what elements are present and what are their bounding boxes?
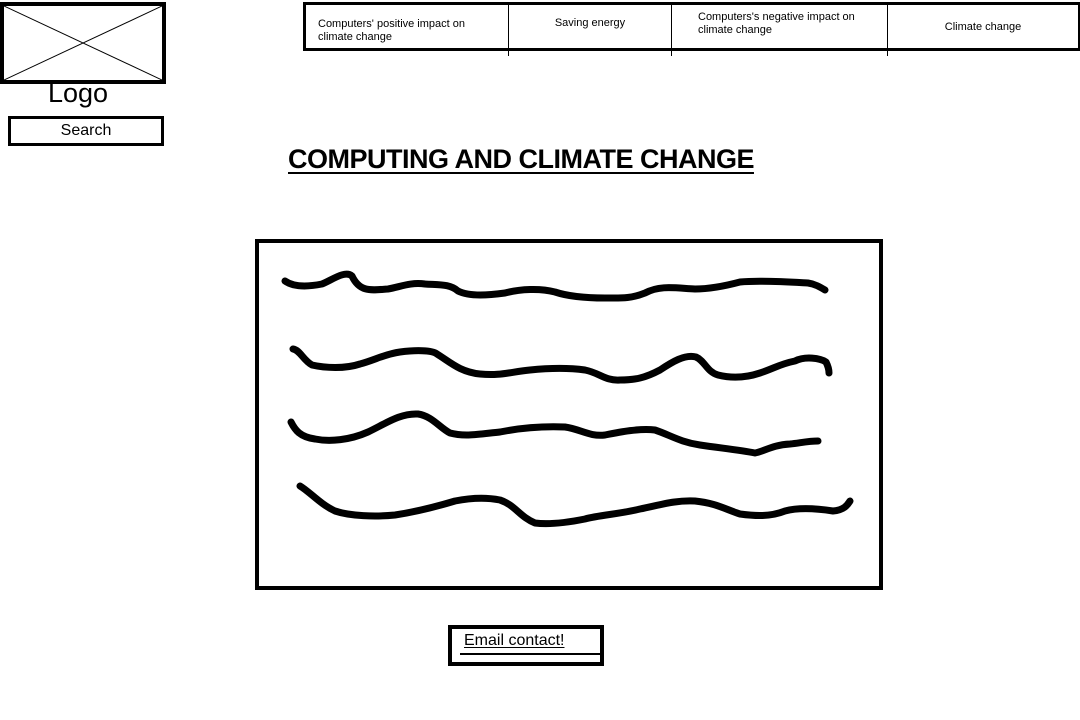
nav-item-label: Saving energy [554, 17, 626, 29]
email-contact-label: Email contact! [464, 632, 565, 649]
scribble-line [281, 270, 829, 302]
nav-item-label: Computers's negative impact on climate c… [698, 11, 855, 36]
logo-placeholder[interactable] [0, 2, 166, 84]
nav-item-saving-energy[interactable]: Saving energy [508, 5, 671, 56]
scribble-line [287, 410, 822, 457]
divider [460, 653, 600, 655]
nav-item-label: Climate change [944, 21, 1022, 33]
scribble-line [289, 345, 833, 384]
nav-item-label: Computers' positive impact on climate ch… [318, 17, 465, 43]
divider [887, 50, 888, 56]
text-placeholder-scribble [281, 270, 854, 528]
nav-item-positive-impact[interactable]: Computers' positive impact on climate ch… [306, 5, 508, 48]
divider [671, 50, 672, 56]
nav-item-negative-impact[interactable]: Computers's negative impact on climate c… [671, 5, 887, 56]
top-navigation: Computers' positive impact on climate ch… [303, 2, 1080, 56]
nav-item-climate-change[interactable]: Climate change [887, 5, 1078, 56]
divider [508, 50, 509, 56]
content-text-box [255, 239, 883, 590]
logo-label: Logo [48, 78, 109, 108]
scribble-line [296, 482, 854, 528]
search-input[interactable]: Search [8, 116, 164, 146]
email-contact-button[interactable]: Email contact! [448, 625, 604, 666]
image-placeholder-icon [4, 6, 162, 80]
page-title: COMPUTING AND CLIMATE CHANGE [288, 144, 754, 174]
